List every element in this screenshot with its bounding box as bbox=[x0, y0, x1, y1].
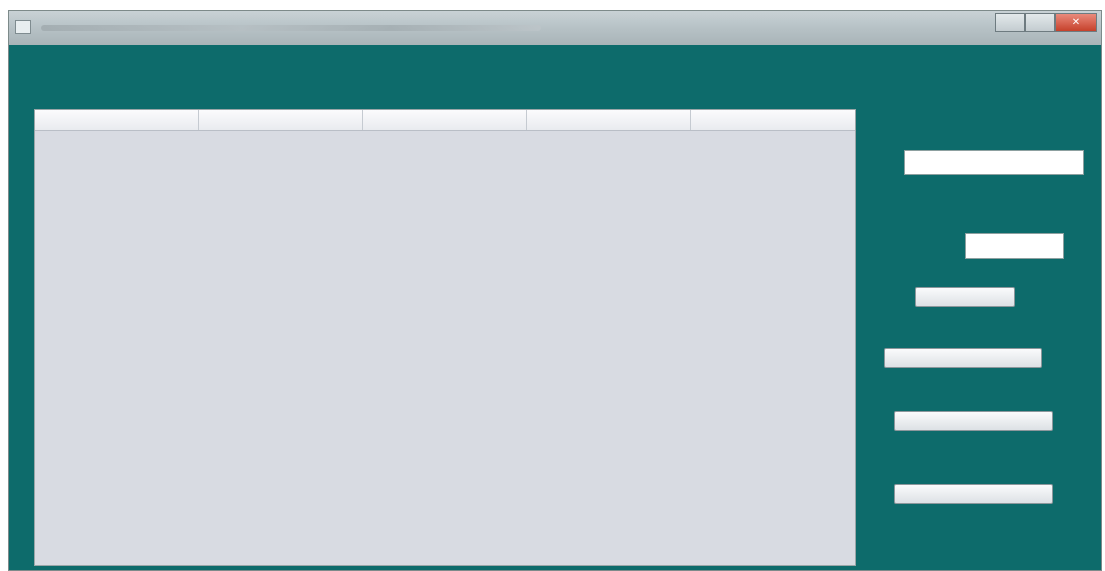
column-header-5[interactable] bbox=[691, 110, 855, 130]
payment-panel bbox=[856, 109, 1103, 566]
close-icon: ✕ bbox=[1071, 17, 1081, 28]
pos-window: ✕ bbox=[8, 10, 1102, 571]
action-button-4[interactable] bbox=[894, 484, 1053, 504]
window-controls: ✕ bbox=[995, 13, 1097, 32]
cash-input[interactable] bbox=[965, 233, 1064, 259]
column-header-1[interactable] bbox=[35, 110, 199, 130]
maximize-button[interactable] bbox=[1025, 13, 1055, 32]
action-button-3[interactable] bbox=[894, 411, 1053, 431]
column-header-2[interactable] bbox=[199, 110, 363, 130]
column-header-3[interactable] bbox=[363, 110, 527, 130]
minimize-button[interactable] bbox=[995, 13, 1025, 32]
close-button[interactable]: ✕ bbox=[1055, 13, 1097, 32]
window-title bbox=[41, 25, 541, 31]
column-header-4[interactable] bbox=[527, 110, 691, 130]
items-table[interactable] bbox=[34, 109, 856, 566]
total-amount-field[interactable] bbox=[904, 150, 1084, 175]
table-header bbox=[35, 110, 855, 131]
title-bar[interactable]: ✕ bbox=[9, 11, 1101, 45]
app-icon bbox=[15, 20, 31, 34]
action-button-2[interactable] bbox=[884, 348, 1042, 368]
action-button-1[interactable] bbox=[915, 287, 1015, 307]
